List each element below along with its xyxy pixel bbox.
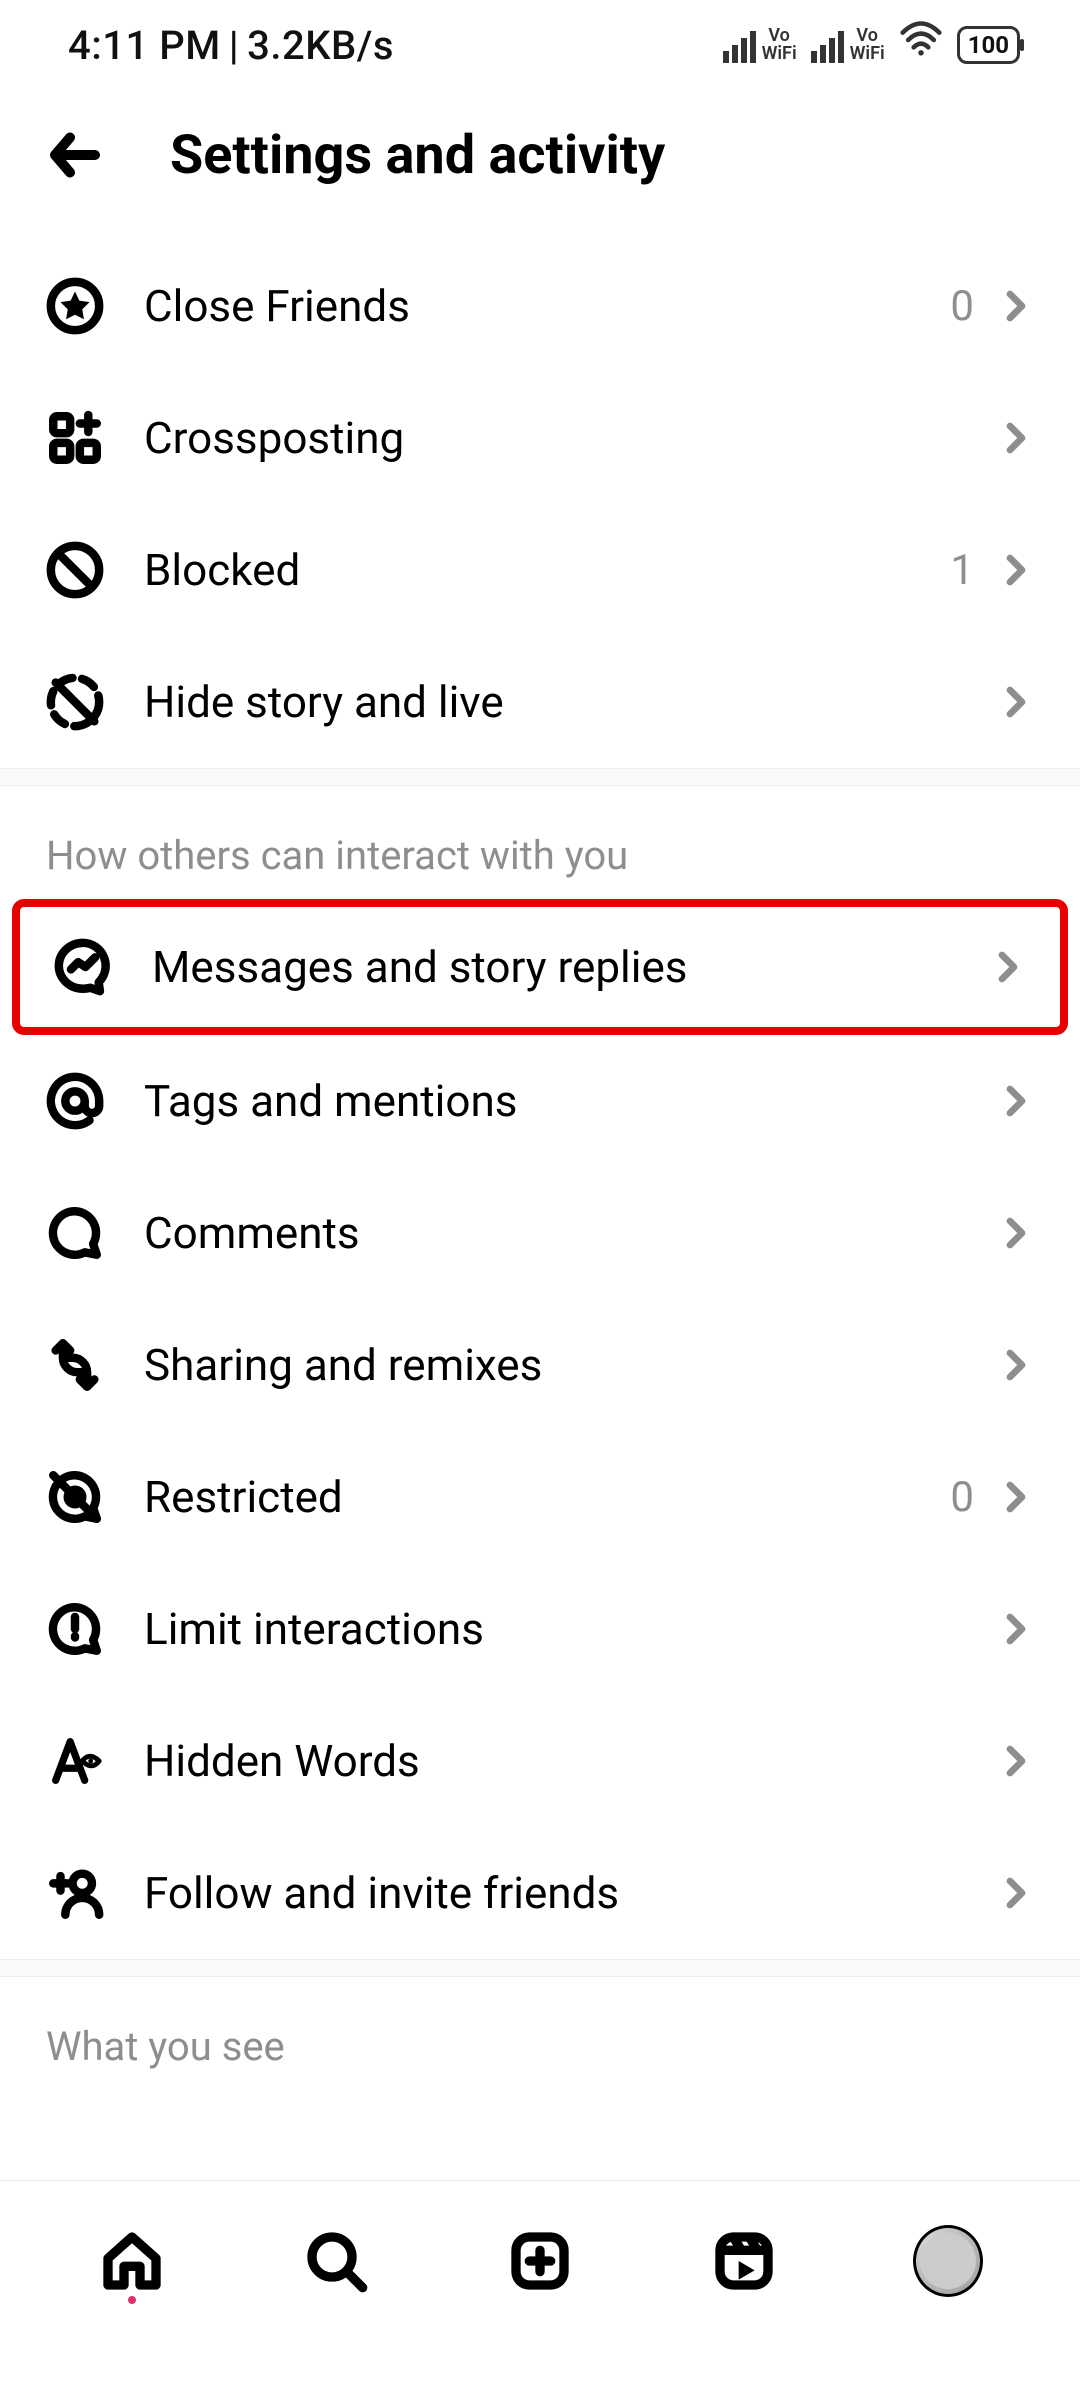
sharing-icon: [46, 1336, 104, 1394]
bottom-nav: [0, 2180, 1080, 2340]
chevron-right-icon: [998, 288, 1034, 324]
comment-icon: [46, 1204, 104, 1262]
section-divider: [0, 1959, 1080, 1977]
back-arrow-icon: [45, 125, 105, 185]
messenger-icon: [54, 938, 112, 996]
nav-search[interactable]: [301, 2226, 371, 2296]
row-value: 0: [950, 282, 974, 331]
row-tags-mentions[interactable]: Tags and mentions: [0, 1035, 1080, 1167]
search-icon: [304, 2229, 368, 2293]
crosspost-icon: [46, 409, 104, 467]
back-button[interactable]: [40, 120, 110, 190]
signal-2: Vo WiFi: [811, 27, 885, 63]
row-crossposting[interactable]: Crossposting: [0, 372, 1080, 504]
row-comments[interactable]: Comments: [0, 1167, 1080, 1299]
wifi-icon: [899, 18, 943, 72]
chevron-right-icon: [998, 1083, 1034, 1119]
restricted-icon: [46, 1468, 104, 1526]
row-label: Tags and mentions: [144, 1075, 998, 1127]
row-follow-invite[interactable]: Follow and invite friends: [0, 1827, 1080, 1959]
signal-bars-icon: [811, 31, 844, 63]
chevron-right-icon: [998, 420, 1034, 456]
chevron-right-icon: [998, 684, 1034, 720]
row-label: Blocked: [144, 544, 950, 596]
row-label: Messages and story replies: [152, 941, 990, 993]
row-label: Hidden Words: [144, 1735, 998, 1787]
row-label: Comments: [144, 1207, 998, 1259]
row-label: Sharing and remixes: [144, 1339, 998, 1391]
row-value: 0: [950, 1473, 974, 1522]
page-title: Settings and activity: [170, 124, 665, 187]
chevron-right-icon: [998, 1215, 1034, 1251]
signal-bars-icon: [723, 31, 756, 63]
star-circle-icon: [46, 277, 104, 335]
profile-avatar-icon: [913, 2225, 983, 2297]
row-label: Crossposting: [144, 412, 998, 464]
row-hide-story[interactable]: Hide story and live: [0, 636, 1080, 768]
chevron-right-icon: [998, 1743, 1034, 1779]
status-time: 4:11 PM: [68, 22, 221, 69]
row-sharing-remixes[interactable]: Sharing and remixes: [0, 1299, 1080, 1431]
row-label: Hide story and live: [144, 676, 998, 728]
plus-square-icon: [508, 2229, 572, 2293]
battery-icon: 100: [957, 26, 1020, 64]
signal-1: Vo WiFi: [723, 27, 797, 63]
at-icon: [46, 1072, 104, 1130]
nav-profile[interactable]: [913, 2226, 983, 2296]
vowifi-label-1: Vo WiFi: [762, 27, 797, 63]
chevron-right-icon: [998, 1479, 1034, 1515]
device-frame: 4:11 PM | 3.2KB/s Vo WiFi Vo WiFi 100: [0, 0, 1080, 2400]
row-hidden-words[interactable]: Hidden Words: [0, 1695, 1080, 1827]
section-header-interact: How others can interact with you: [0, 786, 1080, 899]
status-separator: |: [229, 22, 239, 69]
chevron-right-icon: [998, 1347, 1034, 1383]
nav-reels[interactable]: [709, 2226, 779, 2296]
row-messages-story-replies[interactable]: Messages and story replies: [12, 899, 1068, 1035]
row-value: 1: [950, 546, 974, 595]
row-label: Restricted: [144, 1471, 950, 1523]
chevron-right-icon: [990, 949, 1026, 985]
chevron-right-icon: [998, 1611, 1034, 1647]
chevron-right-icon: [998, 1875, 1034, 1911]
hidden-words-icon: [46, 1732, 104, 1790]
home-icon: [100, 2229, 164, 2293]
system-nav-area: [0, 2340, 1080, 2400]
section-divider: [0, 768, 1080, 786]
blocked-icon: [46, 541, 104, 599]
section-header-whatyousee: What you see: [0, 1977, 1080, 2090]
nav-create[interactable]: [505, 2226, 575, 2296]
row-label: Close Friends: [144, 280, 950, 332]
settings-list: Close Friends 0 Crossposting Blocked 1 H…: [0, 240, 1080, 2180]
status-bar: 4:11 PM | 3.2KB/s Vo WiFi Vo WiFi 100: [0, 0, 1080, 90]
row-limit-interactions[interactable]: Limit interactions: [0, 1563, 1080, 1695]
battery-level: 100: [968, 31, 1009, 59]
row-label: Follow and invite friends: [144, 1867, 998, 1919]
reels-icon: [712, 2229, 776, 2293]
hide-story-icon: [46, 673, 104, 731]
row-close-friends[interactable]: Close Friends 0: [0, 240, 1080, 372]
status-right: Vo WiFi Vo WiFi 100: [723, 18, 1020, 72]
status-left: 4:11 PM | 3.2KB/s: [68, 22, 394, 69]
page-header: Settings and activity: [0, 90, 1080, 240]
chevron-right-icon: [998, 552, 1034, 588]
row-blocked[interactable]: Blocked 1: [0, 504, 1080, 636]
row-restricted[interactable]: Restricted 0: [0, 1431, 1080, 1563]
follow-invite-icon: [46, 1864, 104, 1922]
status-speed: 3.2KB/s: [247, 22, 394, 69]
limit-icon: [46, 1600, 104, 1658]
vowifi-label-2: Vo WiFi: [850, 27, 885, 63]
nav-home[interactable]: [97, 2226, 167, 2296]
row-label: Limit interactions: [144, 1603, 998, 1655]
